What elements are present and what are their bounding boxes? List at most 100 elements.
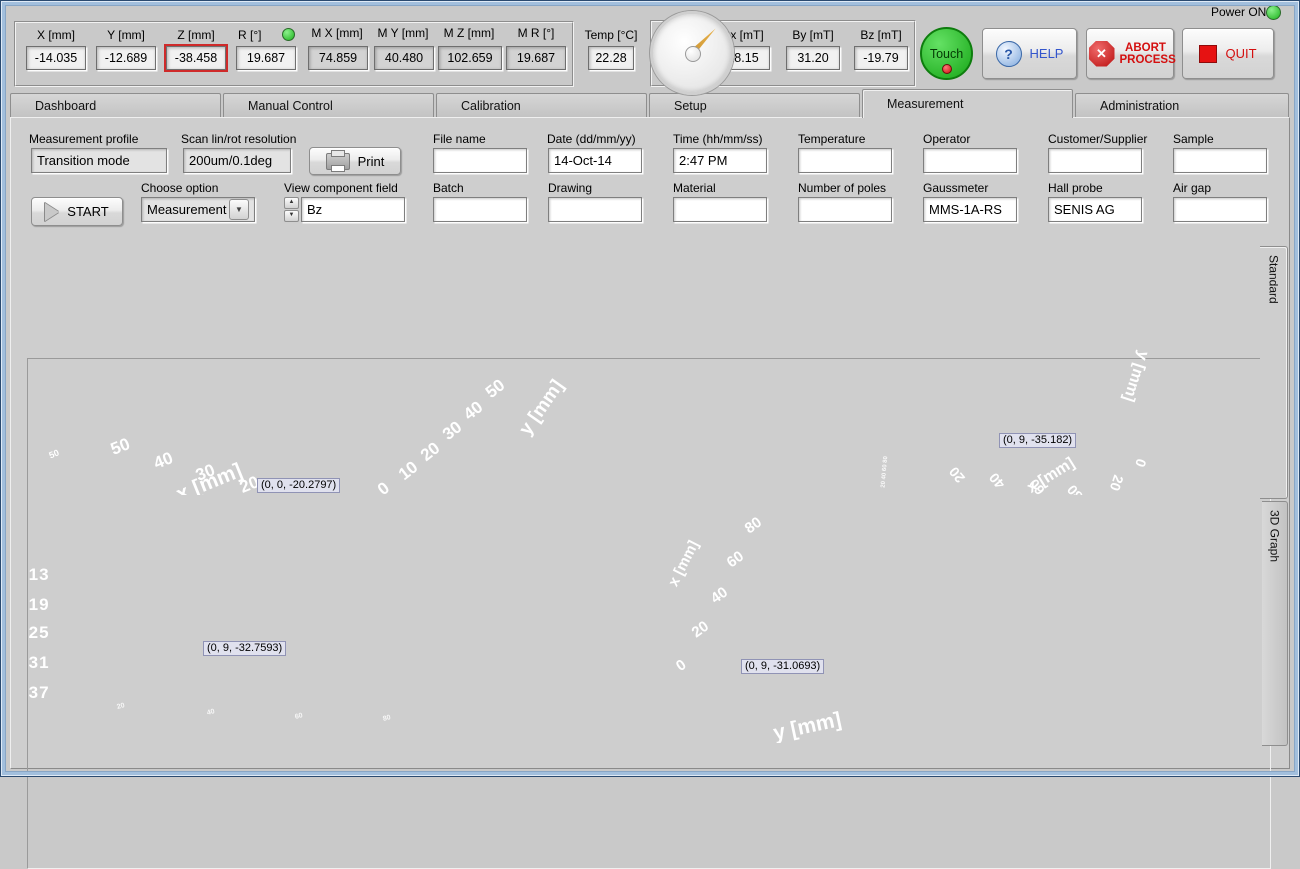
tab-measurement[interactable]: Measurement: [862, 89, 1073, 118]
analog-gauge: [650, 11, 734, 95]
mz-readout: 102.659: [438, 46, 502, 70]
quit-button-label: QUIT: [1225, 46, 1256, 61]
tab-administration[interactable]: Administration: [1075, 93, 1289, 118]
bz-readout: -19.79: [854, 46, 908, 70]
choose-option-label: Choose option: [141, 181, 218, 195]
z-readout: -38.458: [166, 46, 226, 70]
temperature-input[interactable]: [798, 148, 892, 173]
decrement-icon[interactable]: ▼: [284, 210, 299, 222]
gauge-hub: [685, 46, 701, 62]
sample-input[interactable]: [1173, 148, 1267, 173]
measurement-page: Measurement profile Transition mode Scan…: [10, 117, 1290, 769]
number-of-poles-input[interactable]: [798, 197, 892, 222]
axis-tick: -37: [27, 683, 50, 703]
air-gap-input[interactable]: [1173, 197, 1267, 222]
tab-manual-control[interactable]: Manual Control: [223, 93, 434, 118]
mr-readout-label: M R [°]: [504, 26, 568, 40]
power-on-label: Power ON: [1211, 5, 1266, 19]
tab-setup[interactable]: Setup: [649, 93, 860, 118]
help-button-label: HELP: [1030, 46, 1064, 61]
view-component-label: View component field: [284, 181, 398, 195]
cursor-readout: (0, 9, -31.0693): [741, 659, 824, 674]
dropdown-arrow-icon[interactable]: ▼: [229, 199, 249, 220]
axis-tick: -13: [27, 565, 50, 585]
sample-label: Sample: [1173, 132, 1214, 146]
help-icon: ?: [996, 41, 1022, 67]
view-component-value[interactable]: Bz: [301, 197, 405, 222]
drawing-label: Drawing: [548, 181, 592, 195]
number-of-poles-label: Number of poles: [798, 181, 886, 195]
mx-readout: 74.859: [308, 46, 368, 70]
side-tab-standard[interactable]: Standard: [1260, 246, 1288, 499]
start-button[interactable]: START: [31, 197, 123, 226]
choose-option-dropdown[interactable]: Measurement ▼: [141, 197, 255, 222]
quit-button[interactable]: QUIT: [1182, 28, 1274, 79]
batch-label: Batch: [433, 181, 464, 195]
side-tab-3d-graph[interactable]: 3D Graph: [1262, 501, 1288, 746]
printer-icon: [326, 153, 350, 170]
operator-label: Operator: [923, 132, 970, 146]
material-input[interactable]: [673, 197, 767, 222]
customer-supplier-input[interactable]: [1048, 148, 1142, 173]
drawing-input[interactable]: [548, 197, 642, 222]
axis-tick: -19: [27, 595, 50, 615]
increment-icon[interactable]: ▲: [284, 197, 299, 209]
by-readout: 31.20: [786, 46, 840, 70]
graphs-region: [27, 358, 1271, 869]
help-button[interactable]: ? HELP: [982, 28, 1077, 79]
touch-button-label: Touch: [930, 47, 963, 61]
axis-tick: -31: [27, 653, 50, 673]
operator-input[interactable]: [923, 148, 1017, 173]
temperature-label: Temperature: [798, 132, 865, 146]
power-on-led: [1266, 5, 1281, 20]
cursor-readout: (0, 9, -32.7593): [203, 641, 286, 656]
print-button-label: Print: [358, 154, 385, 169]
view-component-spinner: ▲ ▼: [284, 197, 299, 222]
batch-input[interactable]: [433, 197, 527, 222]
tab-dashboard[interactable]: Dashboard: [10, 93, 221, 118]
print-button[interactable]: Print: [309, 147, 401, 175]
file-name-label: File name: [433, 132, 486, 146]
file-name-input[interactable]: [433, 148, 527, 173]
play-icon: [45, 203, 59, 221]
touch-button[interactable]: Touch: [920, 27, 973, 80]
axis-tick: -25: [27, 623, 50, 643]
time-input[interactable]: [673, 148, 767, 173]
mz-readout-label: M Z [mm]: [434, 26, 504, 40]
my-readout-label: M Y [mm]: [370, 26, 436, 40]
hall-probe-label: Hall probe: [1048, 181, 1103, 195]
touch-led: [942, 64, 952, 74]
r-readout-label: R [°]: [238, 28, 261, 42]
customer-supplier-label: Customer/Supplier: [1048, 132, 1147, 146]
abort-button-label: ABORT PROCESS: [1120, 42, 1172, 66]
temp-readout: 22.28: [588, 46, 634, 70]
time-label: Time (hh/mm/ss): [673, 132, 763, 146]
abort-icon: ✕: [1089, 41, 1115, 67]
material-label: Material: [673, 181, 716, 195]
measurement-profile-label: Measurement profile: [29, 132, 138, 146]
x-readout: -14.035: [26, 46, 86, 70]
x-readout-label: X [mm]: [24, 28, 88, 42]
cursor-readout: (0, 0, -20.2797): [257, 478, 340, 493]
view-component-control: ▲ ▼ Bz: [284, 197, 405, 222]
tab-calibration[interactable]: Calibration: [436, 93, 647, 118]
scan-resolution-label: Scan lin/rot resolution: [181, 132, 296, 146]
mx-readout-label: M X [mm]: [304, 26, 370, 40]
abort-process-button[interactable]: ✕ ABORT PROCESS: [1086, 28, 1174, 79]
date-input[interactable]: [548, 148, 642, 173]
quit-icon: [1199, 45, 1217, 63]
gaussmeter-label: Gaussmeter: [923, 181, 988, 195]
temp-label: Temp [°C]: [578, 28, 644, 42]
measurement-profile-select[interactable]: Transition mode: [31, 148, 167, 173]
gaussmeter-input[interactable]: [923, 197, 1017, 222]
by-readout-label: By [mT]: [784, 28, 842, 42]
bz-readout-label: Bz [mT]: [852, 28, 910, 42]
r-readout: 19.687: [236, 46, 296, 70]
scan-resolution-select[interactable]: 200um/0.1deg: [183, 148, 291, 173]
z-readout-label: Z [mm]: [164, 28, 228, 42]
start-button-label: START: [67, 204, 108, 219]
hall-probe-input[interactable]: [1048, 197, 1142, 222]
date-label: Date (dd/mm/yy): [547, 132, 636, 146]
y-readout-label: Y [mm]: [94, 28, 158, 42]
y-readout: -12.689: [96, 46, 156, 70]
